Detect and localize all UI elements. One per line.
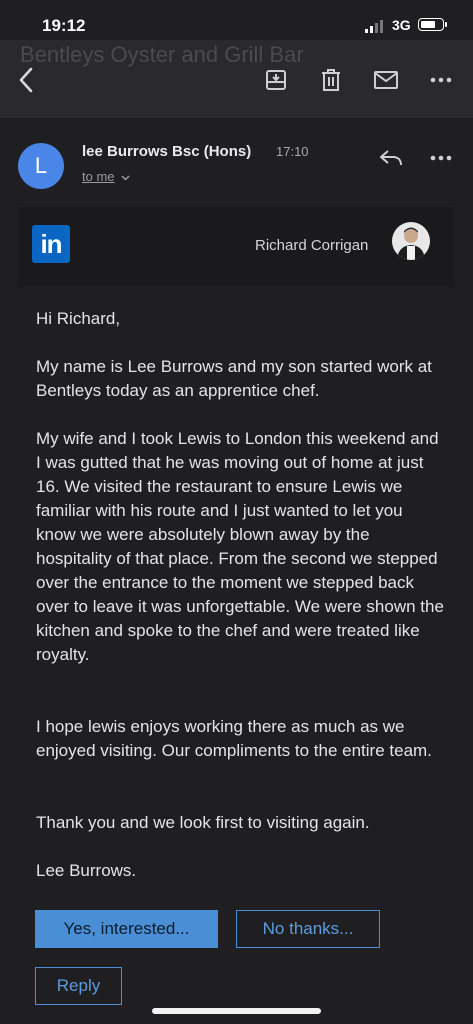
network-type: 3G xyxy=(392,17,411,33)
reply-button[interactable]: Reply xyxy=(35,967,122,1005)
email-paragraph-4: Thank you and we look first to visiting … xyxy=(36,813,370,832)
email-greeting: Hi Richard, xyxy=(36,309,121,328)
reply-icon[interactable] xyxy=(378,145,404,171)
linkedin-logo: in xyxy=(32,225,70,263)
status-time: 19:12 xyxy=(42,16,86,35)
more-icon[interactable] xyxy=(427,66,455,94)
more-options-icon[interactable] xyxy=(428,145,454,171)
archive-icon[interactable] xyxy=(262,66,290,94)
sender-name[interactable]: lee Burrows Bsc (Hons) xyxy=(82,143,251,160)
email-paragraph-2: My wife and I took Lewis to London this … xyxy=(36,429,444,664)
message-time: 17:10 xyxy=(276,144,309,159)
yes-interested-button[interactable]: Yes, interested... xyxy=(35,910,218,948)
email-signoff: Lee Burrows. xyxy=(36,861,137,880)
linkedin-header-card: in Richard Corrigan xyxy=(18,207,454,287)
trash-icon[interactable] xyxy=(317,66,345,94)
sender-avatar[interactable]: L xyxy=(18,143,64,189)
back-icon[interactable] xyxy=(12,66,40,94)
message-toolbar: Bentleys Oyster and Grill Bar xyxy=(0,40,473,118)
battery-icon xyxy=(418,18,447,31)
recipient-label: to me xyxy=(82,169,115,184)
card-recipient-name: Richard Corrigan xyxy=(255,237,369,254)
email-paragraph-3: I hope lewis enjoys working there as muc… xyxy=(36,717,432,760)
signal-icon xyxy=(365,20,383,33)
profile-photo xyxy=(392,222,430,260)
sender-header: L lee Burrows Bsc (Hons) 17:10 to me xyxy=(0,130,473,200)
email-paragraph-1: My name is Lee Burrows and my son starte… xyxy=(36,357,432,400)
home-indicator[interactable] xyxy=(152,1008,321,1014)
mail-icon[interactable] xyxy=(372,66,400,94)
recipient-toggle[interactable]: to me xyxy=(82,169,130,184)
chevron-down-icon xyxy=(121,175,130,181)
no-thanks-button[interactable]: No thanks... xyxy=(236,910,380,948)
collapsed-subject: Bentleys Oyster and Grill Bar xyxy=(20,42,304,67)
